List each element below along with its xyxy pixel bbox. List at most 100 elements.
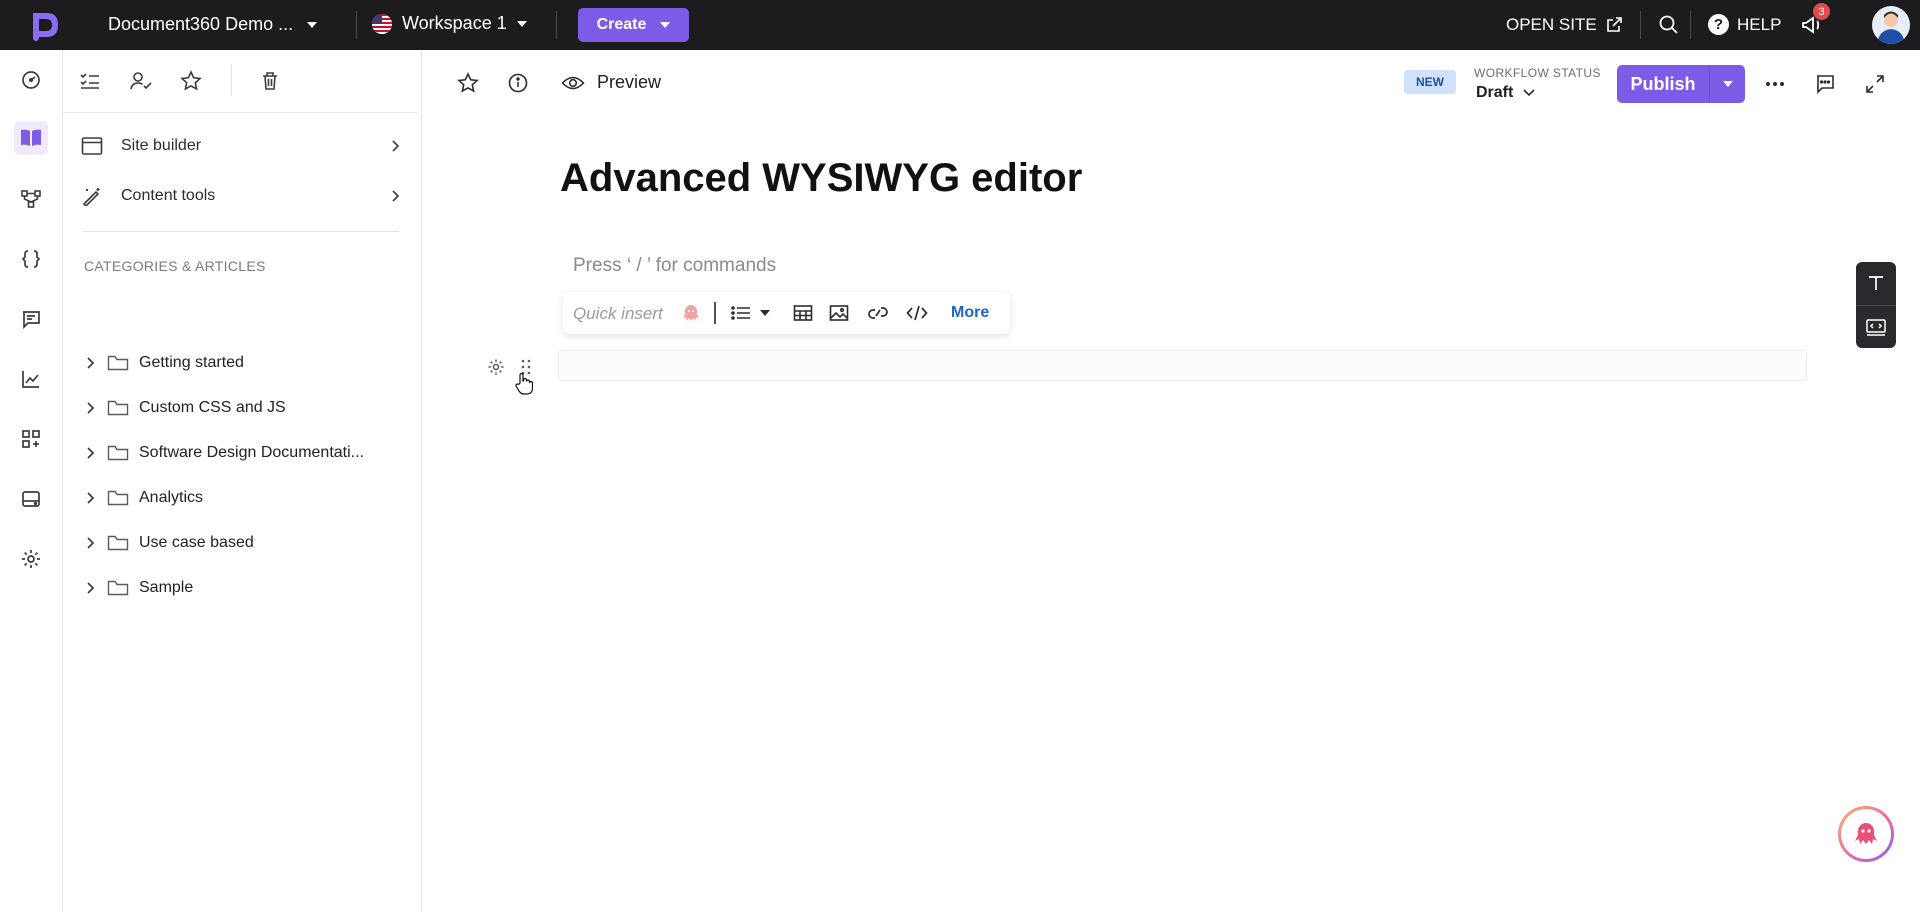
sidebar-toolbar [63,50,422,112]
browser-window-icon [81,136,103,156]
publish-options-button[interactable] [1709,65,1745,103]
eye-icon [561,74,585,92]
avatar[interactable] [1872,6,1910,44]
text-format-icon[interactable] [1864,271,1888,295]
publish-button[interactable]: Publish [1617,65,1709,103]
api-diagram-icon[interactable] [14,182,48,216]
divider [231,64,232,96]
categories-heading: CATEGORIES & ARTICLES [84,258,266,274]
help-button[interactable]: ? HELP [1708,14,1781,35]
open-site-link[interactable]: OPEN SITE [1506,15,1623,35]
star-icon[interactable] [455,70,481,96]
publish-split-button: Publish [1617,65,1745,103]
checklist-icon[interactable] [77,68,103,94]
divider [1690,11,1691,39]
divider [63,112,418,113]
folder-icon [107,399,129,417]
chevron-right-icon[interactable] [83,357,97,369]
category-item[interactable]: Use case based [83,528,413,558]
document360-logo[interactable] [27,7,63,43]
assigned-user-icon[interactable] [128,68,154,94]
folder-icon [107,534,129,552]
site-builder-label: Site builder [121,137,202,154]
workspace-name: Workspace 1 [402,13,507,33]
folder-icon [107,489,129,507]
chevron-right-icon[interactable] [83,492,97,504]
settings-icon[interactable] [14,542,48,576]
category-item[interactable]: Sample [83,573,413,603]
divider [83,231,399,232]
top-bar: Document360 Demo ... Workspace 1 Create … [0,0,1920,50]
ai-assistant-icon[interactable] [681,303,701,323]
info-icon[interactable] [505,70,531,96]
more-options-icon[interactable] [1761,70,1789,98]
quick-insert-label: Quick insert [573,304,663,323]
trash-icon[interactable] [257,68,283,94]
content-block[interactable] [558,350,1807,381]
link-icon[interactable] [866,302,890,324]
category-item[interactable]: Analytics [83,483,413,513]
content-tools-label: Content tools [121,187,216,204]
feedback-icon[interactable] [14,302,48,336]
category-item[interactable]: Getting started [83,348,413,378]
floating-tool-panel [1856,262,1896,348]
integrations-icon[interactable] [14,422,48,456]
content-tools-menu[interactable]: Content tools [81,180,401,212]
category-name: Getting started [139,354,244,371]
embed-code-icon[interactable] [1864,315,1888,339]
folder-icon [107,444,129,462]
caret-down-icon [307,21,318,28]
octopus-icon [1841,809,1891,859]
notification-badge: 3 [1813,3,1830,20]
comment-icon[interactable] [1811,70,1839,98]
project-name: Document360 Demo ... [108,14,294,34]
expand-icon[interactable] [1861,70,1889,98]
create-label: Create [596,16,647,33]
workspace-selector[interactable]: Workspace 1 [372,13,527,34]
divider [1640,11,1641,39]
bulleted-list-icon[interactable] [729,302,753,324]
article-title[interactable]: Advanced WYSIWYG editor [560,156,1082,201]
caret-down-icon [660,22,671,28]
chevron-right-icon [389,189,401,203]
external-link-icon [1605,16,1623,34]
star-icon[interactable] [178,68,204,94]
category-item[interactable]: Custom CSS and JS [83,393,413,423]
category-item[interactable]: Software Design Documentati... [83,438,413,468]
command-placeholder[interactable]: Press ‘ / ’ for commands [573,255,776,277]
workflow-status-value: Draft [1476,84,1514,101]
image-icon[interactable] [827,302,851,324]
create-button[interactable]: Create [578,8,689,42]
search-icon[interactable] [1658,14,1680,36]
block-settings-icon[interactable] [487,358,505,376]
documentation-icon[interactable] [14,121,48,155]
code-icon[interactable] [905,302,929,324]
code-braces-icon[interactable] [14,242,48,276]
chevron-right-icon[interactable] [83,402,97,414]
workflow-status-dropdown[interactable]: Draft [1476,84,1535,102]
project-selector[interactable]: Document360 Demo ... [108,14,318,35]
chevron-right-icon [389,139,401,153]
preview-button[interactable]: Preview [561,72,661,93]
divider [1856,305,1896,306]
caret-down-icon [1722,81,1733,87]
preview-label: Preview [597,72,662,92]
chevron-right-icon[interactable] [83,447,97,459]
table-icon[interactable] [791,302,815,324]
chevron-right-icon[interactable] [83,582,97,594]
chevron-right-icon[interactable] [83,537,97,549]
more-button[interactable]: More [951,304,989,322]
category-name: Use case based [139,534,254,551]
hand-cursor-icon [515,372,533,396]
quick-insert-toolbar: Quick insert More [563,292,1010,334]
analytics-icon[interactable] [14,362,48,396]
caret-down-icon[interactable] [753,302,777,324]
site-builder-menu[interactable]: Site builder [81,130,401,162]
dashboard-icon[interactable] [14,63,48,97]
ai-assistant-button[interactable] [1838,806,1894,862]
category-name: Analytics [139,489,204,506]
chevron-down-icon [1523,89,1535,97]
workflow-status-label: WORKFLOW STATUS [1474,66,1601,80]
category-name: Custom CSS and JS [139,399,286,416]
drive-icon[interactable] [14,482,48,516]
